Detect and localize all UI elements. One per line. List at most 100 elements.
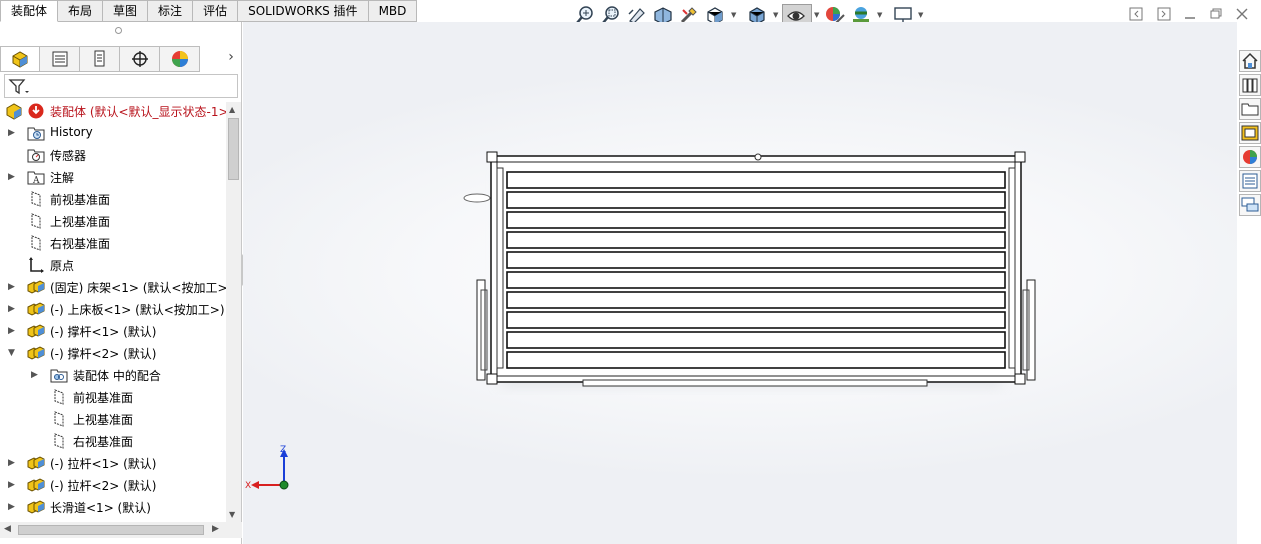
graphics-area[interactable]: Z X xyxy=(243,22,1237,544)
tree-item-label: 长滑道<1> (默认) xyxy=(50,501,151,514)
tree-item-right-plane[interactable]: 右视基准面 xyxy=(0,430,228,452)
expand-arrow-icon[interactable]: ▶ xyxy=(31,369,41,381)
display-style-dropdown-icon[interactable]: ▼ xyxy=(773,11,781,19)
tree-item-component[interactable]: ▶ 长滑道<1> (默认) xyxy=(0,496,228,514)
tab-assembly[interactable]: 装配体 xyxy=(0,0,59,22)
solidworks-resources-tab[interactable] xyxy=(1239,50,1261,72)
scroll-down-icon[interactable]: ▼ xyxy=(229,510,235,519)
tree-item-right-plane[interactable]: 右视基准面 xyxy=(0,232,228,254)
tab-sketch[interactable]: 草图 xyxy=(103,0,149,22)
propertymanager-tab[interactable] xyxy=(40,46,80,72)
apply-scene-dropdown-icon[interactable]: ▼ xyxy=(877,11,885,19)
tree-item-front-plane[interactable]: 前视基准面 xyxy=(0,188,228,210)
tree-item-component[interactable]: ▶ (-) 撑杆<1> (默认) xyxy=(0,320,228,342)
tree-item-history[interactable]: ▶ History xyxy=(0,122,228,144)
filter-icon xyxy=(8,79,29,95)
history-folder-icon xyxy=(27,124,45,142)
tab-markup[interactable]: 标注 xyxy=(148,0,194,22)
tree-item-component[interactable]: ▶ (-) 拉杆<2> (默认) xyxy=(0,474,228,496)
tree-root-assembly[interactable]: 装配体 (默认<默认_显示状态-1>) xyxy=(0,100,228,122)
file-explorer-tab[interactable] xyxy=(1239,98,1261,120)
appearances-icon xyxy=(1243,150,1257,164)
featuremanager-tab[interactable] xyxy=(0,46,40,72)
appearances-tab[interactable] xyxy=(1239,146,1261,168)
tree-item-origin[interactable]: 原点 xyxy=(0,254,228,276)
custom-properties-tab[interactable] xyxy=(1239,170,1261,192)
corner-post xyxy=(486,151,498,163)
expand-arrow-icon[interactable]: ▶ xyxy=(8,303,18,315)
scrollbar-thumb[interactable] xyxy=(228,118,239,180)
propertymanager-icon xyxy=(52,51,67,67)
forum-tab[interactable] xyxy=(1239,194,1261,216)
tab-evaluate[interactable]: 评估 xyxy=(193,0,239,22)
scroll-left-icon[interactable]: ◀ xyxy=(4,524,11,534)
tree-item-annotations[interactable]: ▶ A 注解 xyxy=(0,166,228,188)
expand-arrow-icon[interactable]: ▶ xyxy=(8,281,18,293)
dimxpertmanager-tab[interactable] xyxy=(120,46,160,72)
expand-arrow-icon[interactable]: ▶ xyxy=(8,457,18,469)
configurationmanager-tab[interactable] xyxy=(80,46,120,72)
tree-item-label: 右视基准面 xyxy=(73,435,134,449)
tab-solidworks-addins[interactable]: SOLIDWORKS 插件 xyxy=(238,0,369,22)
window-tile-right-icon[interactable] xyxy=(1156,6,1172,22)
folder-icon xyxy=(1241,103,1259,116)
view-settings-dropdown-icon[interactable]: ▼ xyxy=(918,11,926,19)
expand-arrow-icon[interactable]: ▶ xyxy=(8,325,18,337)
tree-item-sensors[interactable]: 传感器 xyxy=(0,144,228,166)
mates-folder-icon xyxy=(50,366,68,384)
tab-layout[interactable]: 布局 xyxy=(58,0,104,22)
chevron-right-icon[interactable]: › xyxy=(224,49,238,69)
sub-assembly-icon xyxy=(27,322,45,340)
expand-arrow-icon[interactable]: ▶ xyxy=(8,127,18,139)
view-orientation-dropdown-icon[interactable]: ▼ xyxy=(731,11,739,19)
crosshair-icon xyxy=(131,51,148,67)
design-library-tab[interactable] xyxy=(1239,74,1261,96)
expand-arrow-icon[interactable]: ▶ xyxy=(8,171,18,183)
corner-post xyxy=(1014,151,1026,163)
expand-arrow-icon[interactable]: ▶ xyxy=(8,501,18,513)
window-tile-left-icon[interactable] xyxy=(1128,6,1144,22)
expand-arrow-icon[interactable]: ▶ xyxy=(8,479,18,491)
feature-tree-filter[interactable] xyxy=(4,74,238,98)
view-palette-tab[interactable] xyxy=(1239,122,1261,144)
minimize-icon[interactable] xyxy=(1182,6,1198,22)
panel-grip-icon[interactable] xyxy=(115,27,122,34)
tree-item-mates[interactable]: ▶ 装配体 中的配合 xyxy=(0,364,228,386)
top-pin xyxy=(754,153,762,161)
tab-mbd[interactable]: MBD xyxy=(368,0,418,22)
hide-show-dropdown-icon[interactable]: ▼ xyxy=(814,11,822,19)
tree-item-component[interactable]: ▶ (-) 上床板<1> (默认<按加工>) xyxy=(0,298,228,320)
tree-item-component[interactable]: ▶ (-) 拉杆<1> (默认) xyxy=(0,452,228,474)
tree-item-label: 右视基准面 xyxy=(50,237,111,251)
sub-assembly-icon xyxy=(27,300,45,318)
tree-vertical-scrollbar[interactable]: ▲ ▼ xyxy=(226,102,241,522)
scroll-up-icon[interactable]: ▲ xyxy=(229,105,235,114)
tree-horizontal-scrollbar[interactable]: ◀ ▶ xyxy=(0,522,242,538)
plane-icon xyxy=(50,388,68,406)
plane-icon xyxy=(27,190,45,208)
close-icon[interactable] xyxy=(1234,6,1250,22)
tree-item-top-plane[interactable]: 上视基准面 xyxy=(0,408,228,430)
tree-item-label: (-) 拉杆<1> (默认) xyxy=(50,457,157,471)
right-slide-rail xyxy=(1026,279,1036,381)
assembly-icon xyxy=(5,102,23,120)
scrollbar-thumb[interactable] xyxy=(18,525,204,535)
rebuild-error-icon xyxy=(27,102,45,120)
scroll-right-icon[interactable]: ▶ xyxy=(212,524,219,534)
bolt-part xyxy=(463,193,491,203)
tree-item-top-plane[interactable]: 上视基准面 xyxy=(0,210,228,232)
tree-item-label: History xyxy=(50,125,93,139)
home-icon xyxy=(1242,52,1258,69)
collapse-arrow-icon[interactable]: ▼ xyxy=(8,347,18,359)
displaymanager-tab[interactable] xyxy=(160,46,200,72)
view-palette-icon xyxy=(1241,125,1259,141)
svg-text:A: A xyxy=(32,176,40,186)
bed-assembly-model[interactable] xyxy=(461,150,1041,395)
restore-icon[interactable] xyxy=(1208,6,1224,22)
tree-item-component-expanded[interactable]: ▼ (-) 撑杆<2> (默认) xyxy=(0,342,228,364)
tree-item-label: 上视基准面 xyxy=(73,413,134,427)
tree-item-front-plane[interactable]: 前视基准面 xyxy=(0,386,228,408)
tree-item-label: 前视基准面 xyxy=(50,193,111,207)
tree-item-label: (-) 撑杆<1> (默认) xyxy=(50,325,157,339)
tree-item-component[interactable]: ▶ (固定) 床架<1> (默认<按加工>) xyxy=(0,276,228,298)
